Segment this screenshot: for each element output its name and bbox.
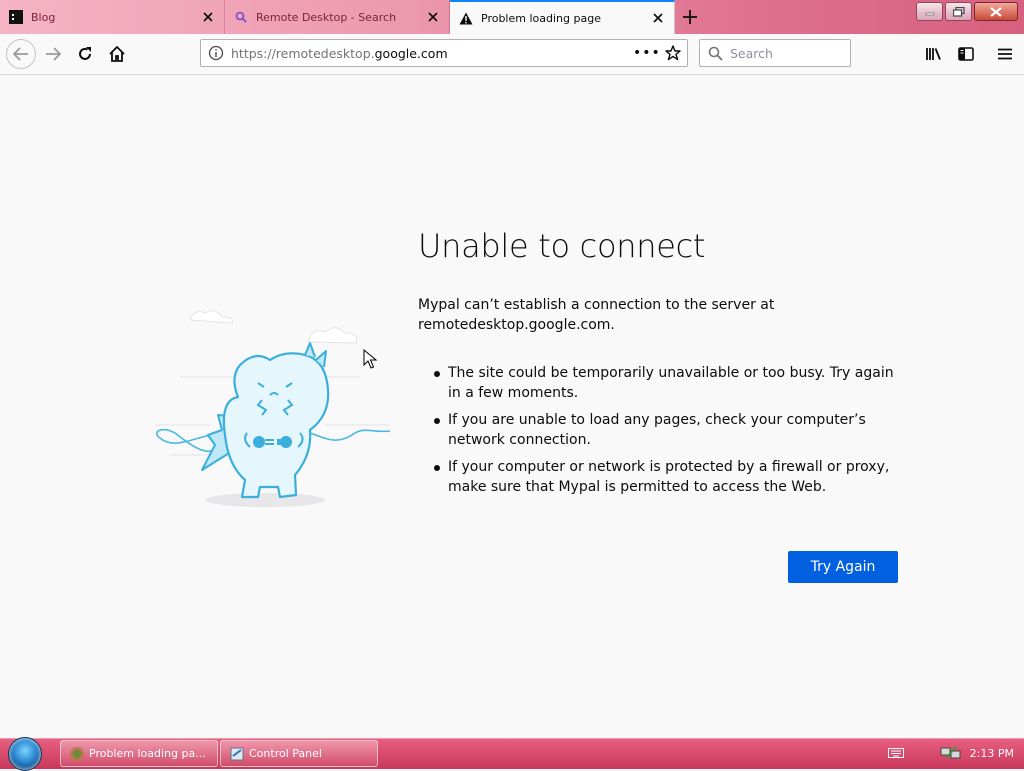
navigation-toolbar: https://remotedesktop.google.com ••• Sea… [0,34,1024,75]
browser-icon [70,746,84,761]
close-tab-icon[interactable] [425,9,441,25]
network-icon[interactable] [940,746,962,760]
start-button[interactable] [8,737,42,771]
plus-icon [683,10,697,24]
sidebar-button[interactable] [952,40,980,68]
tab-title: Blog [31,10,56,24]
tab-remote-desktop-search[interactable]: Remote Desktop - Search [225,0,450,34]
taskbar-item-control-panel[interactable]: Control Panel [220,740,378,767]
window-controls [916,2,1018,21]
forward-button[interactable] [39,40,67,68]
back-arrow-icon [13,47,28,61]
unplugged-dinosaur-illustration [155,310,391,507]
tab-strip: Blog Remote Desktop - Search Problem loa… [0,0,1024,34]
library-button[interactable] [920,40,948,68]
close-window-button[interactable] [974,2,1018,21]
library-icon [926,48,941,60]
taskbar-item-browser[interactable]: Problem loading pa... [60,740,218,767]
url-text[interactable]: https://remotedesktop.google.com [231,46,633,61]
menu-button[interactable] [991,40,1019,68]
home-button[interactable] [103,40,131,68]
hamburger-menu-icon [998,48,1012,60]
suggestion-item: If your computer or network is protected… [434,457,908,497]
keyboard-icon[interactable] [887,747,904,759]
page-actions-button[interactable]: ••• [633,45,660,61]
reload-icon [79,47,91,60]
sidebar-icon [958,47,974,61]
close-tab-icon[interactable] [650,10,666,26]
tab-problem-loading-page[interactable]: Problem loading page [450,0,675,34]
terminal-favicon-icon [8,9,24,25]
warning-icon [458,10,474,26]
url-bar[interactable]: https://remotedesktop.google.com ••• [200,39,688,67]
minimize-icon [925,12,934,15]
taskbar: Problem loading pa... Control Panel 2:13… [0,737,1024,771]
suggestion-item: The site could be temporarily unavailabl… [434,363,908,403]
close-tab-icon[interactable] [200,9,216,25]
search-icon [700,46,730,61]
taskbar-item-label: Control Panel [249,747,322,760]
error-container: Unable to connect Mypal can’t establish … [418,227,908,504]
home-icon [109,46,125,62]
tab-title: Remote Desktop - Search [256,10,397,24]
error-description: Mypal can’t establish a connection to th… [418,297,775,333]
url-prefix: https://remotedesktop. [231,45,375,61]
search-bar[interactable]: Search [699,39,851,67]
error-title: Unable to connect [418,227,706,265]
info-icon[interactable] [201,45,231,61]
reload-button[interactable] [71,40,99,68]
taskbar-item-label: Problem loading pa... [89,747,206,760]
tab-title: Problem loading page [481,11,601,25]
clock[interactable]: 2:13 PM [970,747,1014,760]
restore-icon [952,6,965,17]
close-icon [990,6,1002,17]
url-domain: google.com [374,45,448,61]
new-tab-button[interactable] [678,5,702,29]
suggestion-item: If you are unable to load any pages, che… [434,410,908,450]
bookmark-star-icon[interactable] [659,45,687,61]
tab-blog[interactable]: Blog [0,0,225,34]
minimize-button[interactable] [916,2,943,21]
mouse-cursor-icon [363,349,377,369]
error-page: Unable to connect Mypal can’t establish … [0,75,1024,738]
forward-arrow-icon [46,47,61,61]
control-panel-icon [230,747,244,760]
search-placeholder: Search [730,45,773,61]
search-icon [233,9,249,25]
system-tray: 2:13 PM [887,746,1014,760]
error-suggestions-list: The site could be temporarily unavailabl… [418,363,908,497]
try-again-button[interactable]: Try Again [788,551,898,583]
back-button[interactable] [6,39,36,69]
restore-button[interactable] [945,2,972,21]
